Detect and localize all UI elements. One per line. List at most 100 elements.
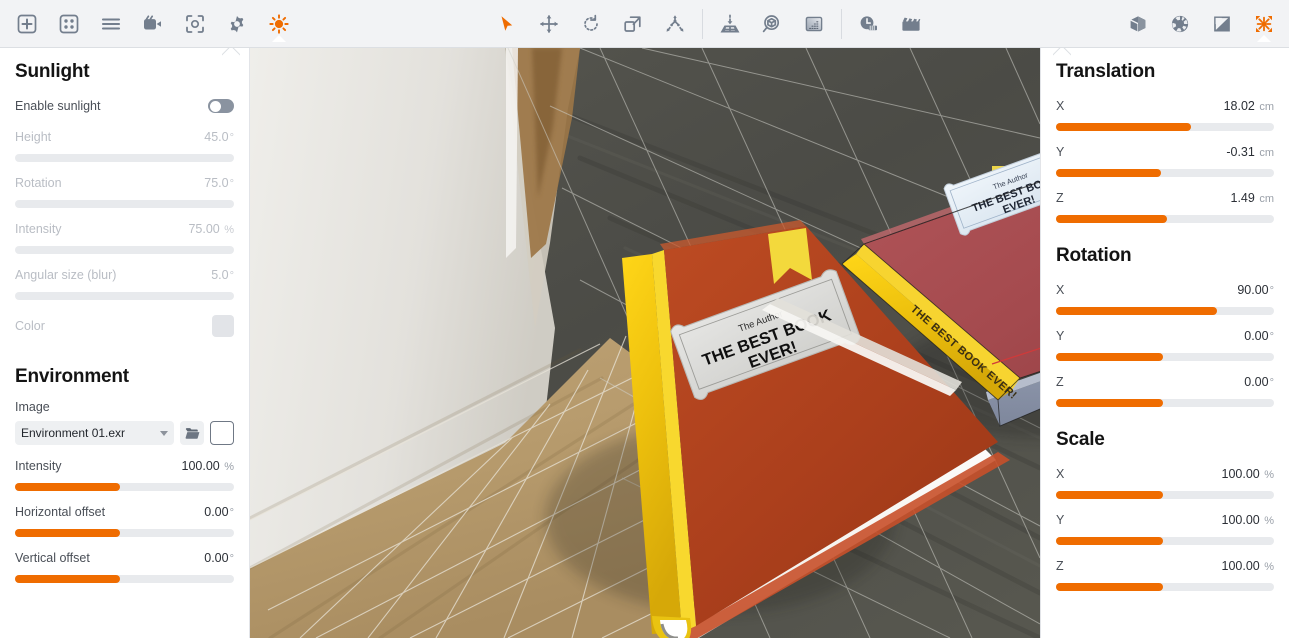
scale-y-label: Y bbox=[1056, 513, 1065, 527]
environment-section-title: Environment bbox=[15, 366, 129, 387]
sunlight-angular-size-value: 5.0° bbox=[211, 268, 234, 282]
rotation-x-value: 90.00° bbox=[1237, 283, 1274, 297]
right-transform-panel: Translation X 18.02 cm Y -0.31 cm Z 1.49… bbox=[1040, 48, 1289, 638]
drop-to-floor-tool[interactable] bbox=[713, 7, 747, 41]
rotate-tool[interactable] bbox=[574, 7, 608, 41]
rotation-y-slider[interactable] bbox=[1056, 353, 1274, 361]
translation-x-value: 18.02 cm bbox=[1223, 99, 1274, 113]
translation-z-slider[interactable] bbox=[1056, 215, 1274, 223]
clock-film-icon bbox=[860, 15, 877, 30]
scale-x-field: X 100.00 % bbox=[1056, 464, 1274, 499]
translation-z-field: Z 1.49 cm bbox=[1056, 188, 1274, 223]
environment-intensity-field: Intensity 100.00 % bbox=[15, 456, 234, 491]
sunlight-rotation-value: 75.0° bbox=[204, 176, 234, 190]
scale-squares-icon bbox=[623, 15, 641, 32]
toolbar-left-group bbox=[6, 0, 300, 48]
browse-image-button[interactable] bbox=[180, 421, 204, 445]
sunlight-color-swatch[interactable] bbox=[212, 315, 234, 337]
environment-vertical-offset-label: Vertical offset bbox=[15, 551, 90, 565]
sunlight-height-field: Height 45.0° bbox=[15, 127, 234, 162]
scale-x-slider[interactable] bbox=[1056, 491, 1274, 499]
scale-y-slider[interactable] bbox=[1056, 537, 1274, 545]
snapshot-button[interactable] bbox=[178, 7, 212, 41]
magnify-cube-icon bbox=[762, 14, 779, 32]
environment-image-row: Environment 01.exr bbox=[15, 421, 234, 445]
environment-vertical-offset-field: Vertical offset 0.00° bbox=[15, 548, 234, 583]
sunlight-intensity-slider[interactable] bbox=[15, 246, 234, 254]
scale-z-label: Z bbox=[1056, 559, 1064, 573]
panel-pointer-right bbox=[1053, 48, 1071, 56]
scale-x-value: 100.00 % bbox=[1221, 467, 1275, 481]
sunlight-rotation-slider[interactable] bbox=[15, 200, 234, 208]
environment-horizontal-offset-label: Horizontal offset bbox=[15, 505, 106, 519]
scale-tool[interactable] bbox=[616, 7, 650, 41]
scatter-arrows-icon bbox=[666, 14, 683, 32]
environment-vertical-offset-slider[interactable] bbox=[15, 575, 234, 583]
translation-y-field: Y -0.31 cm bbox=[1056, 142, 1274, 177]
sunlight-color-row: Color bbox=[15, 314, 234, 338]
inspect-object-tool[interactable] bbox=[755, 7, 789, 41]
translation-x-field: X 18.02 cm bbox=[1056, 96, 1274, 131]
shadow-plane-icon bbox=[1214, 15, 1230, 32]
checkered-sphere-icon bbox=[1171, 15, 1189, 32]
environment-sphere-button[interactable] bbox=[1163, 7, 1197, 41]
sunlight-button[interactable] bbox=[262, 7, 296, 41]
environment-image-label: Image bbox=[15, 400, 50, 414]
panel-pointer-left bbox=[222, 48, 240, 56]
add-object-button[interactable] bbox=[10, 7, 44, 41]
settings-button[interactable] bbox=[220, 7, 254, 41]
translation-y-slider[interactable] bbox=[1056, 169, 1274, 177]
animation-button[interactable] bbox=[894, 7, 928, 41]
menu-button[interactable] bbox=[94, 7, 128, 41]
timeline-button[interactable] bbox=[852, 7, 886, 41]
sunlight-height-slider[interactable] bbox=[15, 154, 234, 162]
fullscreen-button[interactable] bbox=[1247, 7, 1281, 41]
rotation-z-slider[interactable] bbox=[1056, 399, 1274, 407]
toolbar-time-group bbox=[848, 0, 932, 48]
plus-square-icon bbox=[17, 14, 37, 33]
distribute-tool[interactable] bbox=[658, 7, 692, 41]
material-tool[interactable] bbox=[797, 7, 831, 41]
rotation-y-label: Y bbox=[1056, 329, 1065, 343]
3d-viewport[interactable]: THE BEST BOOK EVER! The Author THE BEST … bbox=[250, 48, 1040, 638]
sun-icon bbox=[269, 13, 289, 34]
environment-image-dropdown[interactable]: Environment 01.exr bbox=[15, 421, 174, 445]
translation-x-label: X bbox=[1056, 99, 1065, 113]
rotation-x-slider[interactable] bbox=[1056, 307, 1274, 315]
scale-section-title: Scale bbox=[1056, 429, 1105, 450]
rotation-section-title: Rotation bbox=[1056, 245, 1132, 266]
translation-z-value: 1.49 cm bbox=[1230, 191, 1275, 205]
environment-horizontal-offset-slider[interactable] bbox=[15, 529, 234, 537]
scale-z-field: Z 100.00 % bbox=[1056, 556, 1274, 591]
sunlight-rotation-label: Rotation bbox=[15, 176, 62, 190]
translation-x-slider[interactable] bbox=[1056, 123, 1274, 131]
sunlight-rotation-field: Rotation 75.0° bbox=[15, 173, 234, 208]
sunlight-height-label: Height bbox=[15, 130, 52, 144]
scale-z-slider[interactable] bbox=[1056, 583, 1274, 591]
scale-x-label: X bbox=[1056, 467, 1065, 481]
environment-intensity-slider[interactable] bbox=[15, 483, 234, 491]
sunlight-color-label: Color bbox=[15, 319, 45, 333]
enable-sunlight-row: Enable sunlight bbox=[15, 96, 234, 116]
rotation-z-value: 0.00° bbox=[1244, 375, 1274, 389]
toggle-knob bbox=[209, 100, 221, 112]
environment-tint-swatch[interactable] bbox=[210, 421, 234, 445]
select-tool[interactable] bbox=[490, 7, 524, 41]
environment-horizontal-offset-field: Horizontal offset 0.00° bbox=[15, 502, 234, 537]
scene-objects-button[interactable] bbox=[52, 7, 86, 41]
rotation-y-value: 0.00° bbox=[1244, 329, 1274, 343]
sunlight-height-value: 45.0° bbox=[204, 130, 234, 144]
environment-image-value: Environment 01.exr bbox=[21, 426, 126, 440]
sunlight-angular-size-slider[interactable] bbox=[15, 292, 234, 300]
sunlight-intensity-label: Intensity bbox=[15, 222, 62, 236]
scale-y-field: Y 100.00 % bbox=[1056, 510, 1274, 545]
enable-sunlight-toggle[interactable] bbox=[208, 99, 234, 113]
folder-open-icon bbox=[185, 427, 199, 439]
toolbar-right-group bbox=[1117, 0, 1285, 48]
solid-shading-button[interactable] bbox=[1121, 7, 1155, 41]
camera-button[interactable] bbox=[136, 7, 170, 41]
move-tool[interactable] bbox=[532, 7, 566, 41]
shadow-catcher-button[interactable] bbox=[1205, 7, 1239, 41]
environment-horizontal-offset-value: 0.00° bbox=[204, 505, 234, 519]
sunlight-angular-size-field: Angular size (blur) 5.0° bbox=[15, 265, 234, 300]
